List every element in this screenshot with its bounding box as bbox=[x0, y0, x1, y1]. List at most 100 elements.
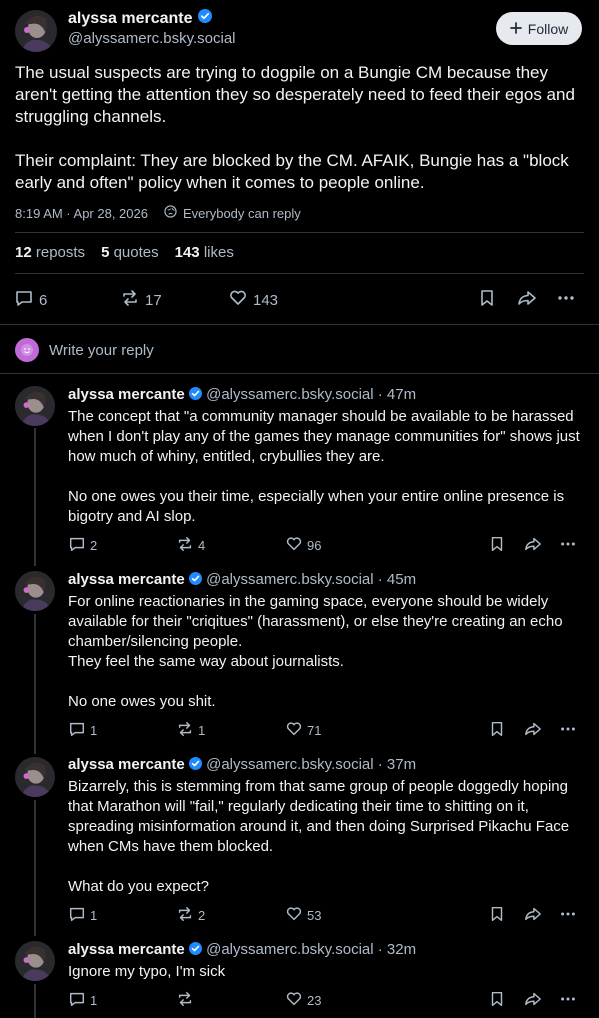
reply-count: 6 bbox=[39, 291, 48, 309]
reply-handle[interactable]: @alyssamerc.bsky.social bbox=[206, 941, 374, 958]
repost-count: 4 bbox=[198, 538, 206, 553]
share-icon bbox=[516, 288, 538, 312]
likes-stat[interactable]: 143 likes bbox=[175, 244, 234, 261]
more-button[interactable] bbox=[559, 535, 577, 556]
bookmark-button[interactable] bbox=[488, 990, 506, 1011]
bookmark-icon bbox=[488, 990, 506, 1011]
repost-icon bbox=[176, 720, 194, 741]
share-icon bbox=[523, 535, 543, 556]
reply-icon bbox=[68, 535, 86, 556]
bookmark-icon bbox=[488, 720, 506, 741]
follow-button[interactable]: Follow bbox=[496, 12, 582, 45]
share-button[interactable] bbox=[523, 720, 543, 741]
like-button[interactable]: 143 bbox=[228, 288, 278, 312]
reply-header: alyssa mercante @alyssamerc.bsky.social … bbox=[68, 571, 416, 589]
reply-header: alyssa mercante @alyssamerc.bsky.social … bbox=[68, 386, 416, 404]
more-icon bbox=[559, 990, 577, 1011]
reply-icon bbox=[14, 288, 34, 312]
heart-icon bbox=[285, 720, 303, 741]
more-button[interactable] bbox=[559, 990, 577, 1011]
share-button[interactable] bbox=[523, 535, 543, 556]
reply-avatar[interactable] bbox=[15, 941, 55, 981]
reply-composer[interactable]: Write your reply bbox=[15, 338, 154, 362]
reply-handle[interactable]: @alyssamerc.bsky.social bbox=[206, 571, 374, 588]
divider bbox=[0, 324, 599, 325]
share-icon bbox=[523, 990, 543, 1011]
heart-icon bbox=[285, 905, 303, 926]
bookmark-button[interactable] bbox=[488, 720, 506, 741]
reply-avatar[interactable] bbox=[15, 571, 55, 611]
share-button[interactable] bbox=[523, 990, 543, 1011]
reply-count: 1 bbox=[90, 908, 98, 923]
reply-like-button[interactable]: 23 bbox=[285, 990, 321, 1011]
smiley-icon bbox=[15, 338, 39, 362]
verified-badge-icon bbox=[188, 571, 202, 589]
author-name[interactable]: alyssa mercante bbox=[68, 10, 193, 28]
post-text: The usual suspects are trying to dogpile… bbox=[15, 63, 575, 192]
more-icon bbox=[559, 905, 577, 926]
reply-repost-button[interactable]: 1 bbox=[176, 720, 205, 741]
heart-icon bbox=[285, 535, 303, 556]
reply-avatar[interactable] bbox=[15, 757, 55, 797]
reply-author-name[interactable]: alyssa mercante bbox=[68, 386, 185, 403]
reply-count: 1 bbox=[90, 993, 98, 1008]
bookmark-button[interactable] bbox=[488, 905, 506, 926]
repost-icon bbox=[176, 535, 194, 556]
verified-badge-icon bbox=[197, 9, 212, 28]
reply-like-button[interactable]: 96 bbox=[285, 535, 321, 556]
reply-author-name[interactable]: alyssa mercante bbox=[68, 571, 185, 588]
reply-avatar[interactable] bbox=[15, 386, 55, 426]
bookmark-button[interactable] bbox=[477, 288, 497, 312]
thread-line bbox=[34, 984, 36, 1018]
reply-reply-button[interactable]: 1 bbox=[68, 720, 97, 741]
reply-button[interactable]: 6 bbox=[14, 288, 47, 312]
reply-header: alyssa mercante @alyssamerc.bsky.social … bbox=[68, 756, 416, 774]
thread-line bbox=[34, 428, 36, 566]
reply-text: For online reactionaries in the gaming s… bbox=[68, 593, 563, 710]
reply-reply-button[interactable]: 1 bbox=[68, 905, 97, 926]
repost-button[interactable]: 17 bbox=[120, 288, 162, 312]
reply-reply-button[interactable]: 2 bbox=[68, 535, 97, 556]
reply-reply-button[interactable]: 1 bbox=[68, 990, 97, 1011]
divider bbox=[15, 273, 584, 274]
share-button[interactable] bbox=[516, 288, 538, 312]
author-avatar[interactable] bbox=[15, 10, 57, 52]
quotes-stat[interactable]: 5 quotes bbox=[101, 244, 159, 261]
reply-repost-button[interactable] bbox=[176, 990, 198, 1011]
reply-handle[interactable]: @alyssamerc.bsky.social bbox=[206, 386, 374, 403]
author-handle[interactable]: @alyssamerc.bsky.social bbox=[68, 30, 236, 47]
reply-repost-button[interactable]: 2 bbox=[176, 905, 205, 926]
more-button[interactable] bbox=[559, 720, 577, 741]
reply-icon bbox=[68, 905, 86, 926]
reply-time[interactable]: · 47m bbox=[378, 386, 416, 403]
reply-author-name[interactable]: alyssa mercante bbox=[68, 941, 185, 958]
reply-like-button[interactable]: 53 bbox=[285, 905, 321, 926]
verified-badge-icon bbox=[188, 941, 202, 959]
bookmark-button[interactable] bbox=[488, 535, 506, 556]
reply-time[interactable]: · 45m bbox=[378, 571, 416, 588]
follow-label: Follow bbox=[527, 20, 569, 37]
reply-author-name[interactable]: alyssa mercante bbox=[68, 756, 185, 773]
more-icon bbox=[559, 535, 577, 556]
more-button[interactable] bbox=[556, 288, 576, 312]
share-button[interactable] bbox=[523, 905, 543, 926]
reply-like-button[interactable]: 71 bbox=[285, 720, 321, 741]
like-count: 96 bbox=[307, 538, 322, 553]
reply-text: Ignore my typo, I'm sick bbox=[68, 963, 226, 980]
reply-text: Bizarrely, this is stemming from that sa… bbox=[68, 778, 570, 895]
reply-repost-button[interactable]: 4 bbox=[176, 535, 205, 556]
repost-count: 17 bbox=[145, 291, 162, 309]
more-icon bbox=[556, 288, 576, 312]
author-name-row[interactable]: alyssa mercante bbox=[68, 9, 212, 28]
more-button[interactable] bbox=[559, 905, 577, 926]
reposts-stat[interactable]: 12 reposts bbox=[15, 244, 85, 261]
reply-icon bbox=[68, 990, 86, 1011]
reply-time[interactable]: · 37m bbox=[378, 756, 416, 773]
globe-icon bbox=[164, 205, 177, 221]
divider bbox=[15, 232, 584, 233]
bookmark-icon bbox=[488, 535, 506, 556]
reply-handle[interactable]: @alyssamerc.bsky.social bbox=[206, 756, 374, 773]
reply-text: The concept that "a community manager sh… bbox=[68, 408, 580, 525]
reply-time[interactable]: · 32m bbox=[378, 941, 416, 958]
reply-setting[interactable]: Everybody can reply bbox=[183, 206, 301, 221]
